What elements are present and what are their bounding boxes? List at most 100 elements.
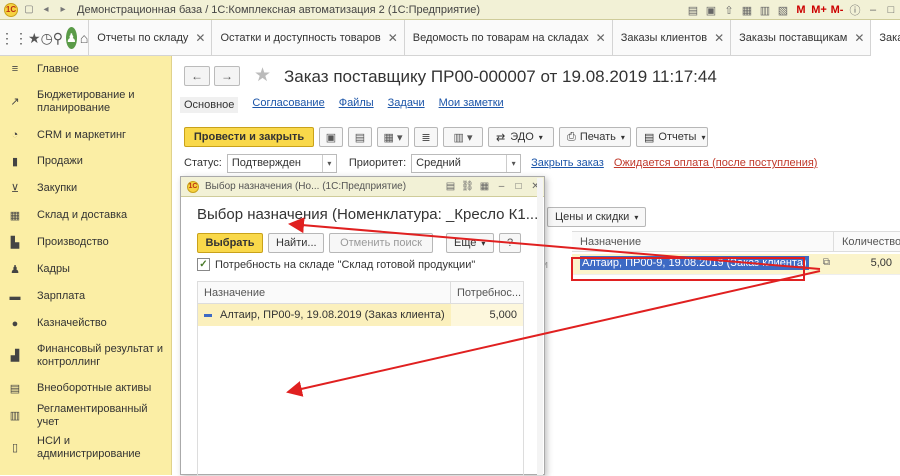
print-icon[interactable]: ▤ [684,4,702,17]
sidebar-item-treasury[interactable]: ● Казначейство [0,310,171,337]
subnav-main[interactable]: Основное [180,97,239,113]
post-and-close-button[interactable]: Провести и закрыть [184,127,314,147]
home-icon[interactable]: ⌂ [80,20,88,56]
sidebar-item-production[interactable]: ▙ Производство [0,229,171,256]
forward-icon[interactable]: ▸ [56,3,70,17]
sidebar-item-sales[interactable]: ▮ Продажи [0,148,171,175]
chevron-down-icon: ▾ [538,132,543,142]
prices-discounts-button[interactable]: Цены и скидки ▾ [547,207,647,227]
help-button[interactable]: ? [499,233,521,253]
payment-status-link[interactable]: Ожидается оплата (после поступления) [614,157,818,169]
close-icon[interactable]: ✕ [195,31,205,45]
maximize-icon[interactable]: □ [510,181,527,192]
save-icon[interactable]: ▢ [22,3,36,17]
calendar-icon[interactable]: ▦ [738,4,756,17]
close-icon[interactable]: ✕ [388,31,398,45]
sidebar-item-label: Внеоборотные активы [37,382,152,394]
print-button[interactable]: ⎙ Печать ▾ [559,127,631,147]
status-select[interactable]: Подтвержден ▾ [226,153,337,173]
info-icon[interactable]: ⓘ [846,2,864,18]
warehouse-need-checkbox[interactable]: ✓ [197,258,210,271]
need-cell[interactable]: 5,000 [451,304,523,326]
sidebar-item-financial-result[interactable]: ▟ Финансовый результат и контроллинг [0,337,171,375]
annotation-highlight-box [571,257,805,281]
back-icon[interactable]: ◂ [39,3,53,17]
sidebar-item-hr[interactable]: ♟ Кадры [0,256,171,283]
user-icon[interactable]: ♟ [66,27,77,49]
history-icon[interactable]: ◷ [41,20,53,56]
column-header-need[interactable]: Потребнос... [451,282,523,303]
notifications-icon[interactable]: ▣ [702,4,720,17]
find-button[interactable]: Найти... [268,233,324,253]
sidebar-item-label: НСИ и администрирование [37,435,141,460]
tab-current-order[interactable]: Зака [870,20,900,56]
link-icon[interactable]: ⛓ [459,181,476,192]
table-row[interactable]: Алтаир, ПР00-9, 19.08.2019 (Заказ клиент… [198,304,523,326]
memory-m-icon[interactable]: M [792,4,810,16]
calculator-icon[interactable]: ▥ [756,4,774,17]
close-icon[interactable]: ✕ [596,31,606,45]
attachments-icon[interactable]: ▥ ▾ [443,127,483,147]
chevron-down-icon[interactable]: ▾ [321,154,336,172]
purpose-table: Назначение Потребнос... Алтаир, ПР00-9, … [197,281,524,476]
tab-warehouse-reports[interactable]: Отчеты по складу ✕ [88,20,211,56]
memory-plus-icon[interactable]: M+ [810,4,828,16]
warehouse-need-checkbox-row[interactable]: ✓ Потребность на складе "Склад готовой п… [197,258,475,271]
sidebar-item-label: Производство [37,236,109,248]
sidebar-item-warehouse[interactable]: ▦ Склад и доставка [0,202,171,229]
qty-cell[interactable]: 5,00 [834,254,900,274]
search-icon[interactable]: ⚲ [53,20,63,56]
structure-icon[interactable]: ≣ [414,127,438,147]
sidebar-item-admin[interactable]: ▯ НСИ и администрирование [0,429,171,467]
priority-select[interactable]: Средний ▾ [411,153,522,173]
purpose-cell[interactable]: Алтаир, ПР00-9, 19.08.2019 (Заказ клиент… [198,304,451,326]
maximize-icon[interactable]: □ [882,4,900,16]
open-link-icon[interactable]: ⧉ [823,257,830,268]
apps-grid-icon[interactable]: ⋮⋮ [0,20,28,56]
chevron-down-icon[interactable]: ▾ [506,154,520,172]
sidebar-item-crm[interactable]: ◔ CRM и маркетинг [0,122,171,148]
sidebar-item-salary[interactable]: ▬ Зарплата [0,283,171,310]
create-based-on-icon[interactable]: ▦ ▾ [377,127,409,147]
cancel-search-button[interactable]: Отменить поиск [329,233,433,253]
sidebar-item-main[interactable]: ≡ Главное [0,56,171,82]
minimize-icon[interactable]: – [864,4,882,16]
print-icon[interactable]: ▤ [442,181,459,192]
subnav-files[interactable]: Файлы [339,97,374,113]
post-icon[interactable]: ▤ [348,127,372,147]
save-icon[interactable]: ▣ [319,127,343,147]
close-icon[interactable]: ✕ [854,31,864,45]
dialog-scrollbar[interactable] [537,178,543,475]
close-order-link[interactable]: Закрыть заказ [531,157,604,169]
upload-icon[interactable]: ⇧ [720,4,738,17]
reports-button[interactable]: ▤ Отчеты ▾ [636,127,708,147]
favorites-star-icon[interactable]: ★ [28,20,41,56]
tab-supplier-orders[interactable]: Заказы поставщикам ✕ [730,20,870,56]
archive-icon[interactable]: ▧ [774,4,792,17]
tab-stock-availability[interactable]: Остатки и доступность товаров ✕ [211,20,403,56]
column-header-qty[interactable]: Количество [834,232,900,251]
column-header-purpose[interactable]: Назначение [572,232,834,251]
more-button[interactable]: Еще ▾ [446,233,494,253]
sidebar-item-purchases[interactable]: ⊻ Закупки [0,175,171,202]
tab-warehouse-statement[interactable]: Ведомость по товарам на складах ✕ [403,20,612,56]
edo-button[interactable]: ⇄ ЭДО ▾ [488,127,554,147]
subnav-approval[interactable]: Согласование [252,97,324,113]
close-icon[interactable]: ✕ [714,31,724,45]
tab-customer-orders[interactable]: Заказы клиентов ✕ [611,20,730,56]
sidebar-item-budgeting[interactable]: ↗ Бюджетирование и планирование [0,82,171,122]
minimize-icon[interactable]: – [493,181,510,192]
select-button[interactable]: Выбрать [197,233,263,253]
favorite-star-icon[interactable]: ★ [254,64,271,87]
prices-discounts-label: Цены и скидки [555,211,630,223]
edo-icon: ⇄ [496,131,506,144]
column-header-purpose[interactable]: Назначение [198,282,451,303]
memory-minus-icon[interactable]: M- [828,4,846,16]
forward-button[interactable]: → [214,66,240,86]
subnav-tasks[interactable]: Задачи [388,97,425,113]
sidebar-item-regulated-accounting[interactable]: ▥ Регламентированный учет [0,402,171,429]
back-button[interactable]: ← [184,66,210,86]
subnav-notes[interactable]: Мои заметки [439,97,504,113]
memory-icon[interactable]: ▦ [476,181,493,192]
sidebar-item-fixed-assets[interactable]: ▤ Внеоборотные активы [0,375,171,402]
